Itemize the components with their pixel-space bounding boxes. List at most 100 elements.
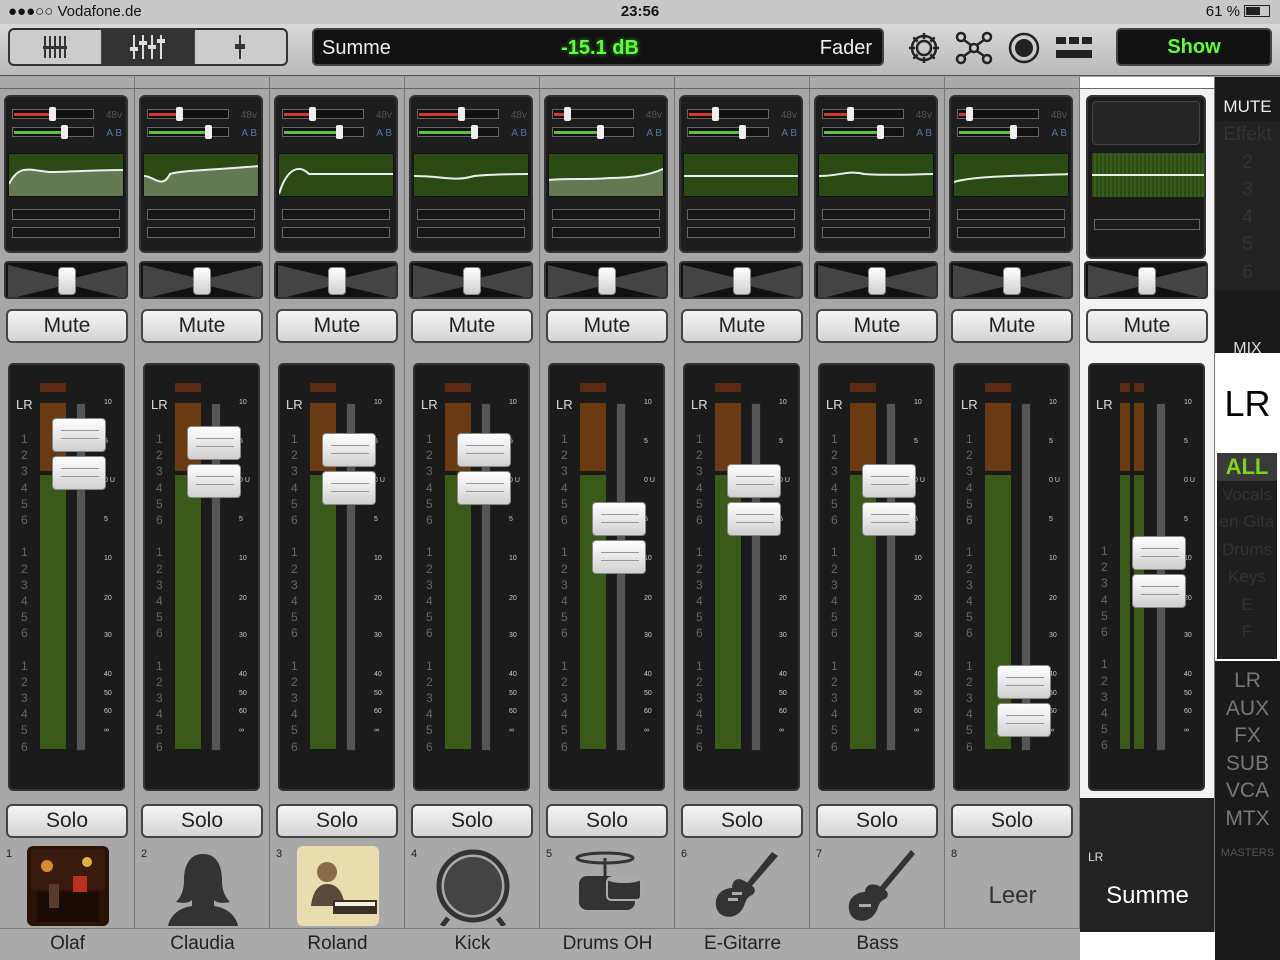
channel-name[interactable]: Roland (270, 928, 405, 960)
solo-button[interactable]: Solo (411, 804, 533, 838)
mute-button[interactable]: Mute (816, 309, 938, 343)
eq-curve[interactable] (278, 153, 394, 197)
channel-processing-panel[interactable]: 48v A B (274, 95, 398, 253)
lr-big-label[interactable]: LR (1215, 383, 1280, 425)
mix-item[interactable]: 2 (1215, 149, 1280, 177)
view-overview-button[interactable] (10, 30, 103, 64)
masters-list[interactable]: LR AUX FX SUB VCA MTX (1215, 667, 1280, 832)
channel-name[interactable]: Drums OH (540, 928, 675, 960)
routing-button[interactable] (954, 30, 994, 66)
input-slider[interactable] (822, 125, 904, 139)
group-item[interactable]: ALL (1217, 453, 1277, 481)
pan-control[interactable] (139, 261, 263, 299)
channel-processing-panel[interactable]: 48v A B (544, 95, 668, 253)
input-slider[interactable] (12, 125, 94, 139)
gain-slider[interactable] (957, 107, 1039, 121)
master-mute-button[interactable]: Mute (1086, 309, 1208, 343)
group-item[interactable]: E (1217, 591, 1277, 619)
group-item[interactable]: Vocals (1217, 481, 1277, 509)
fader-cap[interactable] (592, 501, 646, 578)
mute-button[interactable]: Mute (411, 309, 533, 343)
view-single-button[interactable] (195, 30, 286, 64)
record-button[interactable] (1004, 30, 1044, 66)
channel-icon[interactable] (567, 846, 649, 926)
gate-bar[interactable] (687, 209, 795, 220)
mix-item[interactable]: 6 (1215, 259, 1280, 287)
masters-item[interactable]: VCA (1215, 777, 1280, 805)
masters-item[interactable]: FX (1215, 722, 1280, 750)
pan-knob[interactable] (1138, 267, 1156, 295)
channel-name[interactable]: Olaf (0, 928, 135, 960)
channel-processing-panel[interactable]: 48v A B (679, 95, 803, 253)
gate-bar[interactable] (147, 209, 255, 220)
channel-icon[interactable] (432, 846, 514, 928)
pan-control[interactable] (4, 261, 128, 299)
mix-item[interactable]: 3 (1215, 176, 1280, 204)
group-item[interactable]: Drums (1217, 536, 1277, 564)
channel-icon[interactable] (702, 846, 784, 926)
gain-slider[interactable] (552, 107, 634, 121)
gain-slider[interactable] (12, 107, 94, 121)
mute-button[interactable]: Mute (546, 309, 668, 343)
mute-button[interactable]: Mute (951, 309, 1073, 343)
pan-knob[interactable] (598, 267, 616, 295)
gate-bar[interactable] (957, 209, 1065, 220)
pan-control[interactable] (679, 261, 803, 299)
channel-processing-panel[interactable]: 48v A B (409, 95, 533, 253)
solo-button[interactable]: Solo (951, 804, 1073, 838)
channel-processing-panel[interactable]: 48v A B (139, 95, 263, 253)
pan-knob[interactable] (463, 267, 481, 295)
pan-knob[interactable] (868, 267, 886, 295)
fader-cap[interactable] (727, 463, 781, 540)
mute-button[interactable]: Mute (141, 309, 263, 343)
solo-button[interactable]: Solo (816, 804, 938, 838)
group-item[interactable]: Keys (1217, 563, 1277, 591)
fader-cap[interactable] (997, 665, 1051, 741)
fader-cap[interactable] (457, 433, 511, 509)
pan-control[interactable] (544, 261, 668, 299)
mix-item[interactable]: 5 (1215, 231, 1280, 259)
group-list[interactable]: ALL Vocals en Gita Drums Keys E F (1217, 453, 1277, 659)
pan-control[interactable] (409, 261, 533, 299)
compressor-bar[interactable] (687, 227, 795, 238)
fader-cap[interactable] (862, 463, 916, 540)
empty-channel-label[interactable]: Leer (945, 882, 1080, 910)
fader-cap[interactable] (52, 418, 106, 494)
channel-name[interactable]: E-Gitarre (675, 928, 810, 960)
input-slider[interactable] (147, 125, 229, 139)
mix-item[interactable]: 4 (1215, 204, 1280, 232)
solo-button[interactable]: Solo (141, 804, 263, 838)
settings-button[interactable] (904, 30, 944, 66)
input-slider[interactable] (687, 125, 769, 139)
masters-item[interactable]: AUX (1215, 695, 1280, 723)
channel-icon[interactable] (162, 846, 244, 926)
channel-icon[interactable] (297, 846, 379, 926)
masters-item[interactable]: SUB (1215, 750, 1280, 778)
mute-button[interactable]: Mute (6, 309, 128, 343)
fader-cap[interactable] (322, 433, 376, 509)
compressor-bar[interactable] (147, 227, 255, 238)
compressor-bar[interactable] (282, 227, 390, 238)
pan-control[interactable] (814, 261, 938, 299)
group-item[interactable]: en Gita (1217, 508, 1277, 536)
compressor-bar[interactable] (417, 227, 525, 238)
master-name[interactable]: Summe (1080, 882, 1215, 910)
gain-slider[interactable] (147, 107, 229, 121)
pan-knob[interactable] (328, 267, 346, 295)
gate-bar[interactable] (282, 209, 390, 220)
fader-cap[interactable] (187, 425, 241, 502)
mix-list[interactable]: Effekt 2 3 4 5 6 (1215, 121, 1280, 291)
channel-name[interactable]: Claudia (135, 928, 270, 960)
solo-button[interactable]: Solo (546, 804, 668, 838)
compressor-bar[interactable] (822, 227, 930, 238)
pan-control[interactable] (274, 261, 398, 299)
pan-knob[interactable] (193, 267, 211, 295)
gate-bar[interactable] (12, 209, 120, 220)
masters-item[interactable]: MTX (1215, 805, 1280, 833)
input-slider[interactable] (417, 125, 499, 139)
channel-name[interactable] (945, 928, 1080, 960)
input-slider[interactable] (957, 125, 1039, 139)
channel-icon[interactable] (837, 846, 919, 926)
eq-curve[interactable] (413, 153, 529, 197)
gate-bar[interactable] (822, 209, 930, 220)
